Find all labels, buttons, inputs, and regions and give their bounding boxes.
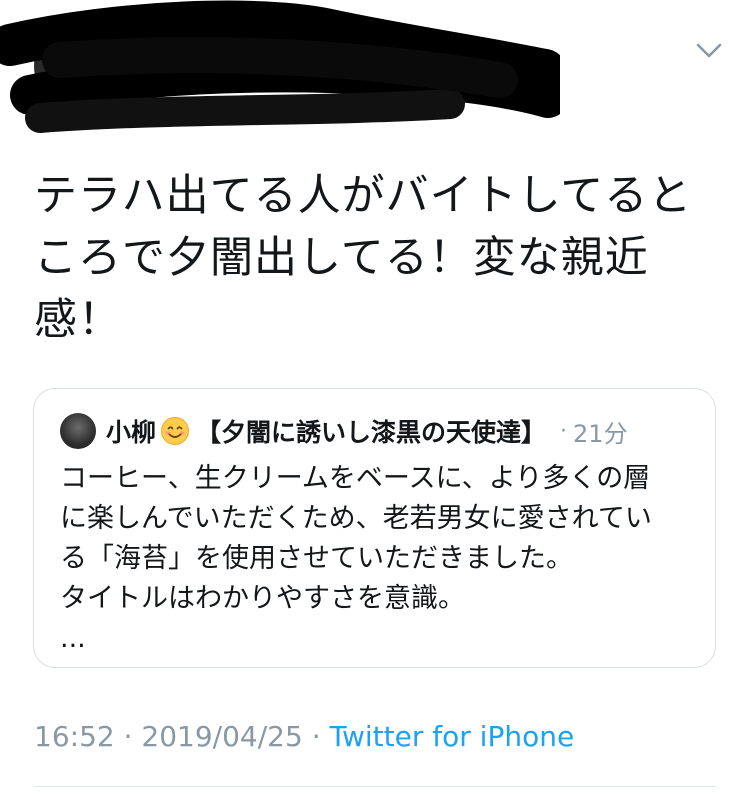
quoted-author-name: 小柳 [106, 418, 157, 447]
quoted-author-avatar [60, 413, 96, 449]
tweet-text: テラハ出てる人がバイトしてると ころで夕闇出してる！変な親近 感！ [34, 165, 714, 351]
chevron-down-icon[interactable] [694, 38, 724, 62]
separator-dot: · [123, 720, 133, 753]
quoted-text-ellipsis: ... [60, 623, 86, 654]
quoted-tweet-header: 小柳 【夕闇に誘いし漆黒の天使達】 · 21分 [60, 411, 628, 451]
tweet-text-line: ころで夕闇出してる！変な親近 [34, 233, 649, 283]
tweet-detail: 🐱しゅへい🌀 @shuhei テラハ出てる人がバイトしてると ころで夕闇出してる… [0, 0, 750, 797]
separator-dot: · [311, 720, 321, 753]
redaction-scribble [0, 0, 560, 133]
tweet-time: 16:52 [34, 720, 115, 753]
tweet-source-link[interactable]: Twitter for iPhone [330, 720, 575, 753]
smiling-face-emoji-icon [161, 417, 190, 445]
quoted-text-line: コーヒー、生クリームをベースに、より多くの層 [60, 463, 651, 494]
quoted-author-title: 【夕闇に誘いし漆黒の天使達】 [196, 418, 547, 447]
quoted-tweet-card[interactable]: 小柳 【夕闇に誘いし漆黒の天使達】 · 21分 コーヒー、生クリームをベースに、… [33, 388, 716, 668]
quoted-text-line: タイトルはわかりやすさを意識。 [60, 583, 465, 614]
tweet-date: 2019/04/25 [141, 720, 303, 753]
divider [34, 786, 716, 787]
tweet-meta: 16:52 · 2019/04/25 · Twitter for iPhone [34, 720, 574, 753]
tweet-text-line: 感！ [34, 295, 122, 345]
quoted-tweet-text: コーヒー、生クリームをベースに、より多くの層 に楽しんでいただくため、老若男女に… [60, 459, 700, 659]
separator-dot: · [560, 418, 568, 444]
tweet-text-line: テラハ出てる人がバイトしてると [34, 171, 693, 221]
quoted-text-line: る「海苔」を使用させていただきました。 [60, 543, 573, 574]
quoted-text-line: に楽しんでいただくため、老若男女に愛されてい [60, 503, 652, 534]
author-header[interactable]: 🐱しゅへい🌀 @shuhei [0, 0, 750, 145]
quoted-tweet-time: 21分 [573, 419, 628, 448]
